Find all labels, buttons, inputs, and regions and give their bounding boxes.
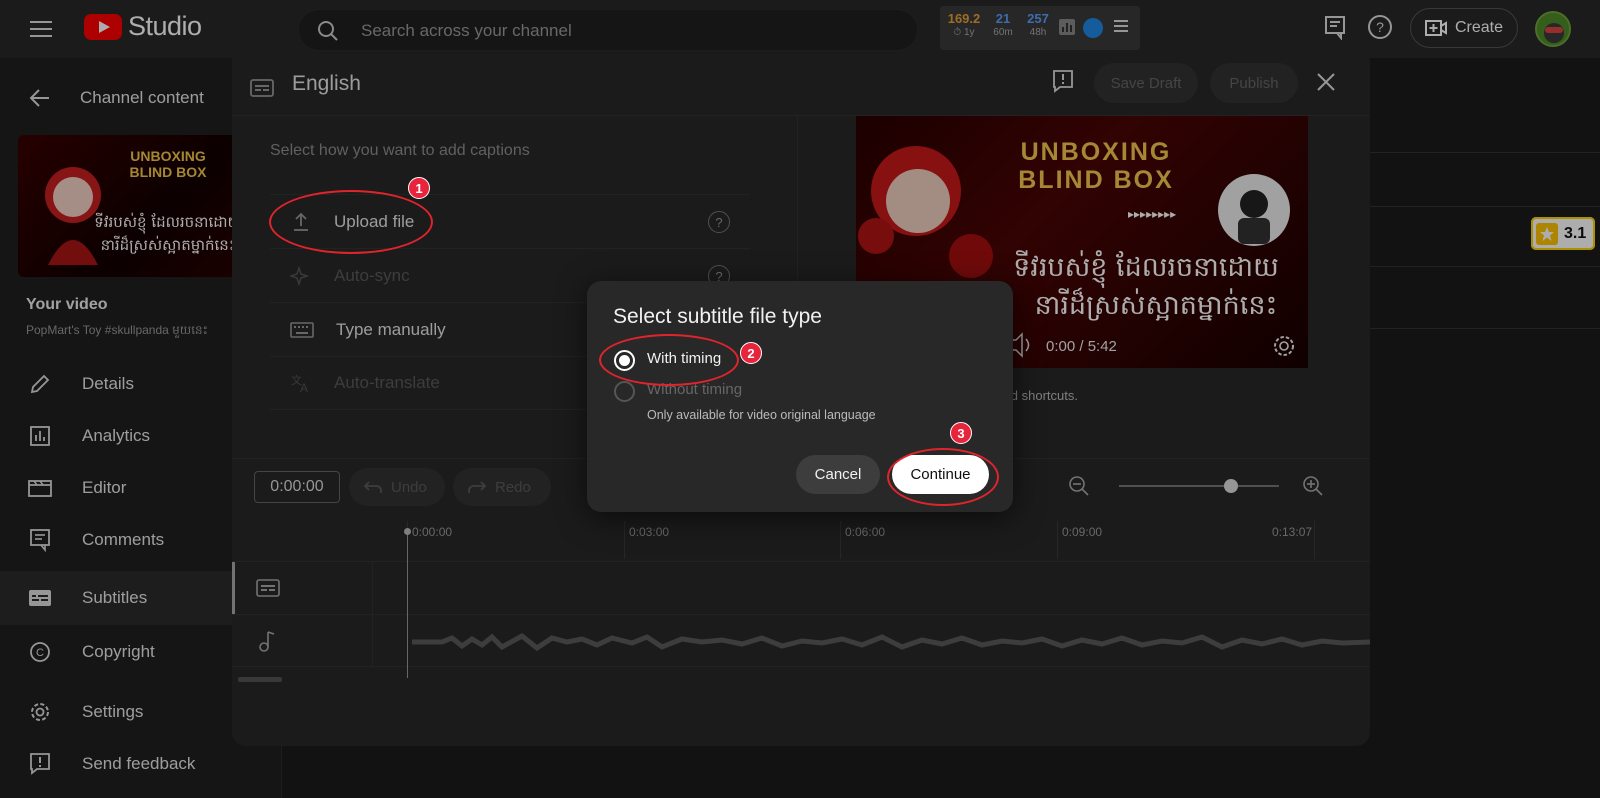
with-timing-label[interactable]: With timing (647, 350, 721, 367)
radio-without-timing (614, 381, 635, 402)
radio-with-timing[interactable] (614, 350, 635, 371)
continue-button[interactable]: Continue (892, 455, 989, 494)
step-badge-1: 1 (408, 177, 430, 199)
without-timing-label: Without timing (647, 381, 743, 398)
step-badge-3: 3 (950, 422, 972, 444)
dialog-title: Select subtitle file type (613, 305, 822, 328)
without-timing-note: Only available for video original langua… (647, 408, 876, 422)
cancel-button[interactable]: Cancel (796, 455, 880, 494)
subtitle-file-type-dialog: Select subtitle file type With timing Wi… (587, 281, 1013, 512)
step-badge-2: 2 (740, 342, 762, 364)
